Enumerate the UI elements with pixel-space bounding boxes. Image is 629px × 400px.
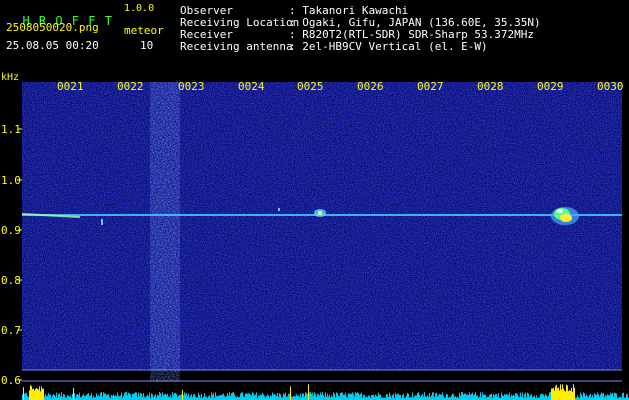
time-tick-0024: 0024: [238, 80, 265, 93]
info-receiver-value: : R820T2(RTL-SDR) SDR-Sharp 53.372MHz: [289, 28, 535, 41]
time-tick-0029: 0029: [537, 80, 564, 93]
time-tick-0028: 0028: [477, 80, 504, 93]
info-location-label: Receiving Location: [180, 16, 300, 29]
meteor-echo-0025: [314, 209, 326, 217]
meteor-label: meteor: [124, 24, 164, 37]
time-tick-0023: 0023: [178, 80, 205, 93]
time-tick-0026: 0026: [357, 80, 384, 93]
freq-tick-0-6: 0.6: [1, 374, 21, 387]
freq-tick-0-9: 0.9: [1, 224, 21, 237]
freq-tick-0-7: 0.7: [1, 324, 21, 337]
freq-tick-0-8: 0.8: [1, 274, 21, 287]
time-tick-0022: 0022: [117, 80, 144, 93]
freq-axis-ticks: [18, 128, 22, 381]
meteor-count: 10: [140, 39, 154, 52]
freq-tick-1-0: 1.0: [1, 174, 21, 187]
info-receiver-label: Receiver: [180, 28, 233, 41]
file-name: 2508050020.png: [6, 21, 99, 34]
info-observer-value: : Takanori Kawachi: [289, 4, 409, 17]
time-tick-0021: 0021: [57, 80, 84, 93]
meteor-echo-0029: [551, 207, 579, 225]
interference-band: [150, 82, 180, 382]
small-echo-2: [278, 208, 280, 211]
timestamp: 25.08.05 00:20: [6, 39, 99, 52]
small-echo-1: [101, 219, 103, 225]
app-version: 1.0.0: [124, 3, 155, 14]
freq-tick-1-1: 1.1: [1, 123, 21, 136]
waterfall-display: [18, 78, 629, 400]
time-tick-0025: 0025: [297, 80, 324, 93]
info-antenna-label: Receiving antenna: [180, 40, 293, 53]
info-antenna-value: : 2el-HB9CV Vertical (el. E-W): [289, 40, 488, 53]
info-observer-label: Observer: [180, 4, 233, 17]
info-location-value: : Ogaki, Gifu, JAPAN (136.60E, 35.35N): [289, 16, 541, 29]
freq-unit-label: kHz: [1, 72, 20, 83]
spectrogram-noise: [22, 82, 622, 370]
time-tick-0027: 0027: [417, 80, 444, 93]
time-tick-0030: 0030: [597, 80, 624, 93]
